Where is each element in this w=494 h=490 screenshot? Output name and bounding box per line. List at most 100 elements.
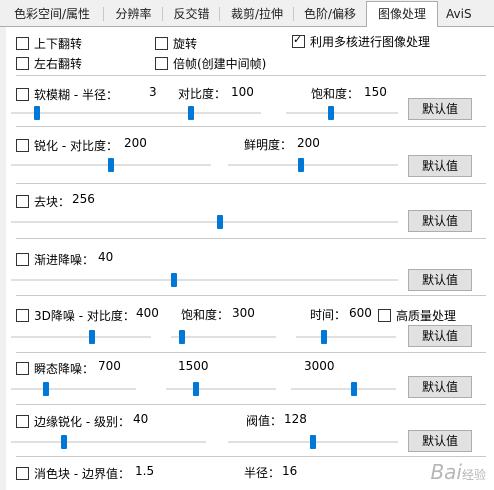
sharpen-contrast-slider[interactable] <box>11 158 211 172</box>
slider-thumb[interactable] <box>327 106 334 120</box>
denoise3d-contrast-slider[interactable] <box>11 330 151 344</box>
watermark-logo: Bai经验 <box>430 460 486 484</box>
transient-slider-3[interactable] <box>291 382 396 396</box>
denoise3d-saturation-value: 300 <box>232 306 255 320</box>
denoise3d-checkbox[interactable]: 3D降噪 - 对比度： <box>16 307 135 324</box>
chroma-deblock-checkbox[interactable]: 消色块 - 边界值： <box>16 465 130 482</box>
divider <box>16 352 486 353</box>
edge-sharpen-checkbox[interactable]: 边缘锐化 - 级别： <box>16 413 130 430</box>
denoise-slider[interactable] <box>11 273 398 287</box>
tab-avis[interactable]: AviS <box>440 3 494 25</box>
slider-thumb[interactable] <box>33 106 40 120</box>
deblock-default-button[interactable]: 默认值 <box>408 210 472 232</box>
blur-radius-value: 3 <box>149 85 157 99</box>
transient-value-2: 1500 <box>178 359 209 373</box>
slider-thumb[interactable] <box>321 330 327 344</box>
denoise3d-default-button[interactable]: 默认值 <box>408 325 472 347</box>
checkbox-box[interactable] <box>16 467 29 480</box>
edge-threshold-slider[interactable] <box>228 435 398 449</box>
denoise-default-button[interactable]: 默认值 <box>408 269 472 291</box>
tab-colorspace[interactable]: 色彩空间/属性 <box>0 3 104 25</box>
edge-level-slider[interactable] <box>11 435 206 449</box>
tab-resolution[interactable]: 分辨率 <box>104 3 163 25</box>
slider-thumb[interactable] <box>192 382 199 396</box>
transient-slider-2[interactable] <box>166 382 276 396</box>
double-frame-checkbox[interactable]: 倍帧(创建中间帧) <box>155 55 266 72</box>
high-quality-checkbox[interactable]: 高质量处理 <box>378 307 456 324</box>
slider-thumb[interactable] <box>188 106 194 120</box>
deblock-checkbox[interactable]: 去块： <box>16 193 70 210</box>
slider-thumb[interactable] <box>170 273 177 287</box>
checkbox-box[interactable] <box>16 57 29 70</box>
transient-value-1: 700 <box>98 359 121 373</box>
transient-denoise-checkbox[interactable]: 瞬态降噪： <box>16 360 94 377</box>
denoise3d-time-value: 600 <box>349 306 372 320</box>
blur-default-button[interactable]: 默认值 <box>408 98 472 120</box>
divider <box>16 295 486 296</box>
slider-thumb[interactable] <box>216 215 223 229</box>
transient-default-button[interactable]: 默认值 <box>408 376 472 398</box>
transient-slider-1[interactable] <box>11 382 136 396</box>
divider <box>16 456 486 457</box>
slider-thumb[interactable] <box>108 158 114 172</box>
denoise3d-time-slider[interactable] <box>296 330 396 344</box>
divider <box>16 238 486 239</box>
flip-horizontal-checkbox[interactable]: 左右翻转 <box>16 55 82 72</box>
checkbox-box[interactable] <box>16 195 29 208</box>
slider-thumb[interactable] <box>351 382 357 396</box>
sharpen-vivid-value: 200 <box>297 136 320 150</box>
rotate-checkbox[interactable]: 旋转 <box>155 35 197 52</box>
checkbox-box[interactable] <box>16 88 29 101</box>
tab-bar: 色彩空间/属性 分辨率 反交错 裁剪/拉伸 色阶/偏移 图像处理 AviS <box>0 0 494 27</box>
sharpen-default-button[interactable]: 默认值 <box>408 155 472 177</box>
blur-contrast-slider[interactable] <box>161 106 261 120</box>
chroma-radius-value: 16 <box>282 464 298 478</box>
denoise-checkbox[interactable]: 渐进降噪： <box>16 251 94 268</box>
checkbox-box[interactable] <box>378 309 391 322</box>
blur-contrast-label: 对比度： <box>178 87 227 101</box>
divider <box>16 75 486 76</box>
checkbox-box[interactable] <box>155 57 168 70</box>
chroma-boundary-value: 1.5 <box>135 464 155 478</box>
edge-default-button[interactable]: 默认值 <box>408 430 472 452</box>
deblock-value: 256 <box>72 192 95 206</box>
tab-deinterlace[interactable]: 反交错 <box>163 3 220 25</box>
divider <box>16 404 486 405</box>
checkbox-box[interactable] <box>16 37 29 50</box>
sharpen-vivid-slider[interactable] <box>228 158 398 172</box>
checkbox-box[interactable] <box>155 37 168 50</box>
checkbox-box[interactable] <box>16 362 29 375</box>
edge-threshold-label: 阀值： <box>246 414 283 428</box>
slider-thumb[interactable] <box>43 382 49 396</box>
flip-vertical-checkbox[interactable]: 上下翻转 <box>16 35 82 52</box>
multicore-checkbox[interactable]: 利用多核进行图像处理 <box>292 33 430 50</box>
checkbox-box[interactable] <box>16 253 29 266</box>
image-processing-panel: 上下翻转 旋转 利用多核进行图像处理 左右翻转 倍帧(创建中间帧) 软模糊 - … <box>6 27 494 490</box>
denoise3d-saturation-label: 饱和度： <box>181 308 230 322</box>
slider-thumb[interactable] <box>60 435 67 449</box>
slider-thumb[interactable] <box>310 435 316 449</box>
deblock-slider[interactable] <box>11 215 398 229</box>
checkbox-box[interactable] <box>16 309 29 322</box>
blur-contrast-value: 100 <box>231 85 254 99</box>
checkbox-box[interactable] <box>16 415 29 428</box>
soft-blur-checkbox[interactable]: 软模糊 - 半径： <box>16 86 118 103</box>
slider-thumb[interactable] <box>178 330 185 344</box>
tab-levels[interactable]: 色阶/偏移 <box>294 3 366 25</box>
checkbox-box[interactable] <box>16 139 29 152</box>
divider <box>16 126 486 127</box>
sharpen-checkbox[interactable]: 锐化 - 对比度： <box>16 137 118 154</box>
tab-image-processing[interactable]: 图像处理 <box>366 1 438 27</box>
blur-saturation-label: 饱和度： <box>311 87 360 101</box>
slider-thumb[interactable] <box>89 330 96 344</box>
denoise3d-saturation-slider[interactable] <box>171 330 276 344</box>
tab-crop[interactable]: 裁剪/拉伸 <box>220 3 294 25</box>
divider <box>16 183 486 184</box>
edge-threshold-value: 128 <box>284 412 307 426</box>
blur-saturation-value: 150 <box>364 85 387 99</box>
blur-saturation-slider[interactable] <box>286 106 398 120</box>
denoise3d-time-label: 时间： <box>310 308 347 322</box>
edge-level-value: 40 <box>133 412 149 426</box>
checkbox-checked[interactable] <box>292 33 305 48</box>
slider-thumb[interactable] <box>298 158 305 172</box>
